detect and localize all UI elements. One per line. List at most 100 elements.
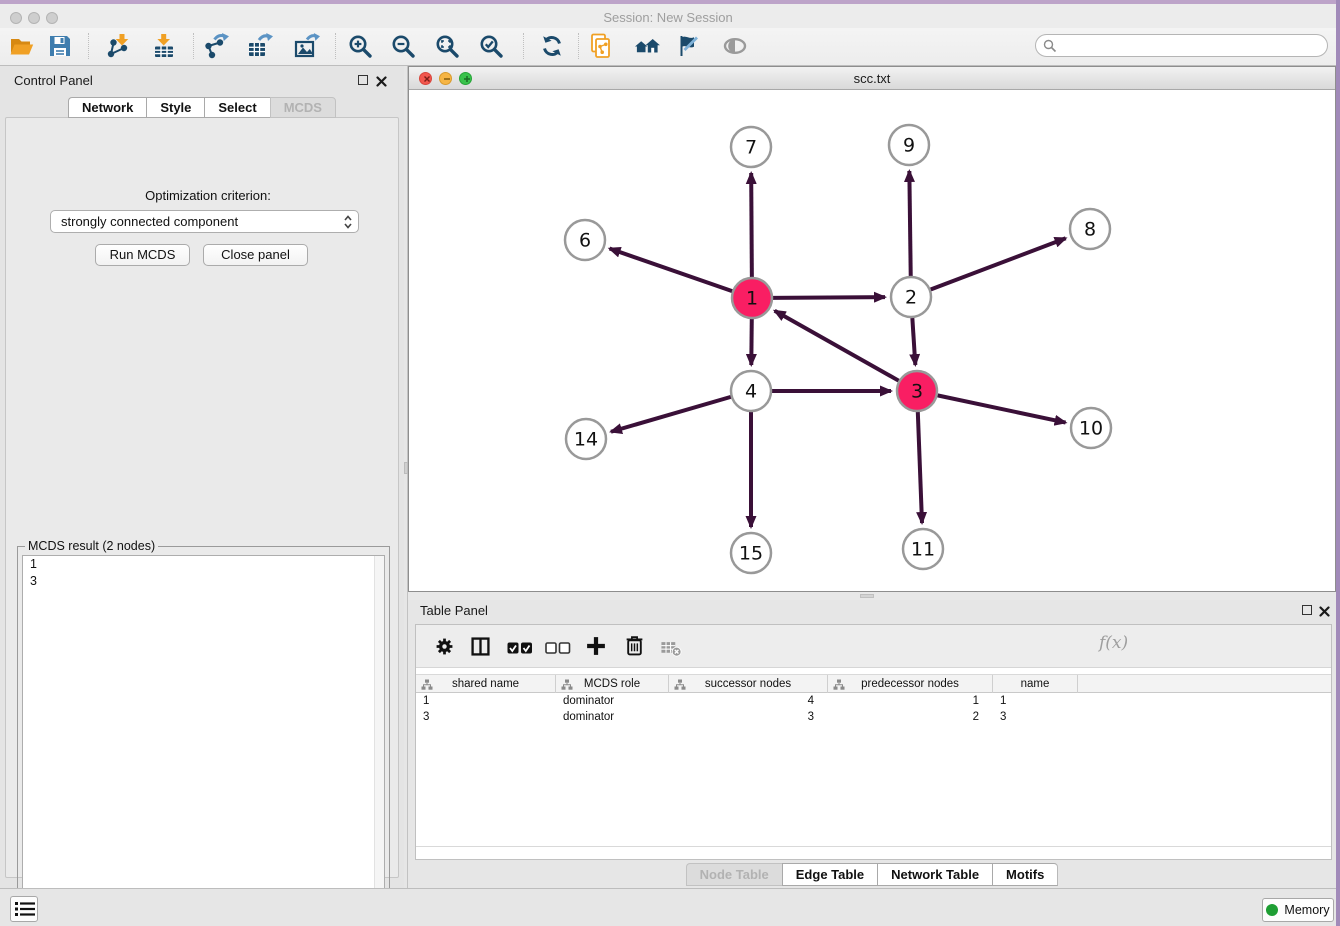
list-item[interactable]: 3 xyxy=(23,573,384,590)
graph-edge-2-8[interactable] xyxy=(931,238,1066,289)
status-bar: Memory xyxy=(0,888,1336,926)
task-list-button[interactable] xyxy=(10,896,38,922)
splitter-grabber[interactable] xyxy=(860,594,874,598)
refresh-style-icon[interactable] xyxy=(539,33,565,59)
graph-edge-3-1[interactable] xyxy=(775,311,899,381)
column-header-name[interactable]: name xyxy=(993,675,1078,693)
search-field[interactable] xyxy=(1035,34,1328,57)
mcds-result-list[interactable]: 1 3 xyxy=(22,555,385,918)
tab-style[interactable]: Style xyxy=(146,97,204,118)
graph-edge-3-11[interactable] xyxy=(918,412,922,523)
save-session-icon[interactable] xyxy=(47,33,73,59)
select-all-columns-icon[interactable] xyxy=(507,642,533,655)
zoom-in-icon[interactable] xyxy=(347,33,373,59)
graph-edge-3-10[interactable] xyxy=(938,395,1066,422)
table-body: 1dominator4113dominator323 xyxy=(416,693,1331,725)
network-view-window: scc.txt 7968124314101511 xyxy=(408,66,1336,592)
graph-edge-1-2[interactable] xyxy=(773,297,885,298)
settings-icon[interactable] xyxy=(435,637,454,656)
close-panel-icon[interactable] xyxy=(1319,604,1330,622)
tab-select[interactable]: Select xyxy=(204,97,269,118)
table-panel-title: Table Panel xyxy=(420,603,488,618)
tab-mcds[interactable]: MCDS xyxy=(270,97,336,118)
deselect-all-columns-icon[interactable] xyxy=(545,642,571,655)
column-header-mcds-role[interactable]: MCDS role xyxy=(556,675,669,693)
tab-node-table[interactable]: Node Table xyxy=(686,863,782,886)
split-columns-icon[interactable] xyxy=(471,637,490,656)
table-row[interactable]: 3dominator323 xyxy=(416,709,1331,725)
table-cell[interactable]: 4 xyxy=(669,693,828,709)
graph-edge-1-6[interactable] xyxy=(610,249,733,292)
node-table-container: f(x) shared name MCDS role successor nod… xyxy=(415,624,1332,860)
copy-network-icon[interactable] xyxy=(589,33,615,59)
list-item[interactable]: 1 xyxy=(23,556,384,573)
mcds-tab-content: Optimization criterion: strongly connect… xyxy=(5,117,399,878)
search-icon xyxy=(1043,39,1057,53)
float-panel-icon[interactable] xyxy=(1302,605,1312,615)
graph-edge-2-9[interactable] xyxy=(909,171,910,276)
column-header-successor-nodes[interactable]: successor nodes xyxy=(669,675,828,693)
delete-column-icon[interactable] xyxy=(625,635,644,656)
add-column-icon[interactable] xyxy=(586,636,606,656)
control-panel: Control Panel Network Style Select MCDS … xyxy=(0,66,404,888)
table-cell[interactable]: 3 xyxy=(669,709,828,725)
panel-splitter-horizontal[interactable] xyxy=(408,592,1336,600)
table-bottom-line xyxy=(416,846,1331,847)
network-window-titlebar[interactable]: scc.txt xyxy=(409,67,1335,90)
graph-edge-1-7[interactable] xyxy=(751,173,752,277)
zoom-fit-icon[interactable] xyxy=(434,33,460,59)
eye-toggle-icon[interactable] xyxy=(722,33,748,59)
close-panel-button[interactable]: Close panel xyxy=(203,244,308,266)
table-header: shared name MCDS role successor nodes pr… xyxy=(416,674,1331,693)
graph-edge-4-14[interactable] xyxy=(611,397,731,432)
float-panel-icon[interactable] xyxy=(358,75,368,85)
export-table-icon[interactable] xyxy=(247,33,273,59)
toolbar-separator xyxy=(523,33,524,59)
function-builder-icon[interactable]: f(x) xyxy=(1099,633,1128,653)
table-row[interactable]: 1dominator411 xyxy=(416,693,1331,709)
result-scrollbar[interactable] xyxy=(374,556,384,917)
first-neighbors-icon[interactable] xyxy=(634,33,660,59)
graph-node-label: 2 xyxy=(905,287,917,309)
network-window-title: scc.txt xyxy=(409,71,1335,86)
column-header-predecessor-nodes[interactable]: predecessor nodes xyxy=(828,675,993,693)
table-cell[interactable]: 2 xyxy=(828,709,993,725)
main-toolbar xyxy=(0,28,1336,66)
run-mcds-button[interactable]: Run MCDS xyxy=(95,244,190,266)
graph-node-label: 11 xyxy=(911,539,935,561)
tab-motifs[interactable]: Motifs xyxy=(992,863,1058,886)
import-table-icon[interactable] xyxy=(151,33,177,59)
zoom-selected-icon[interactable] xyxy=(478,33,504,59)
table-cell[interactable]: 3 xyxy=(993,709,1078,725)
import-network-icon[interactable] xyxy=(105,33,131,59)
memory-button[interactable]: Memory xyxy=(1262,898,1334,922)
column-header-shared-name[interactable]: shared name xyxy=(416,675,556,693)
tab-network[interactable]: Network xyxy=(68,97,146,118)
network-canvas[interactable]: 7968124314101511 xyxy=(409,90,1335,591)
optimization-criterion-select[interactable]: strongly connected component xyxy=(50,210,359,233)
close-panel-icon[interactable] xyxy=(376,74,387,92)
zoom-out-icon[interactable] xyxy=(390,33,416,59)
table-cell[interactable]: 1 xyxy=(993,693,1078,709)
table-cell[interactable]: dominator xyxy=(556,709,669,725)
tab-edge-table[interactable]: Edge Table xyxy=(782,863,877,886)
table-cell[interactable]: 1 xyxy=(828,693,993,709)
main-titlebar: Session: New Session xyxy=(0,4,1336,28)
export-network-icon[interactable] xyxy=(203,33,229,59)
table-cell[interactable]: 3 xyxy=(416,709,556,725)
table-cell[interactable]: 1 xyxy=(416,693,556,709)
tree-icon xyxy=(561,679,573,691)
network-graph[interactable]: 7968124314101511 xyxy=(409,90,1335,591)
list-icon xyxy=(14,900,36,918)
table-tabs: Node Table Edge Table Network Table Moti… xyxy=(408,863,1336,886)
destroy-table-icon[interactable] xyxy=(660,640,682,657)
tab-network-table[interactable]: Network Table xyxy=(877,863,992,886)
mcds-result-title: MCDS result (2 nodes) xyxy=(25,539,158,553)
search-input[interactable] xyxy=(1062,36,1322,55)
graph-edge-2-3[interactable] xyxy=(912,318,915,365)
open-session-icon[interactable] xyxy=(9,33,35,59)
annotation-flag-icon[interactable] xyxy=(675,33,701,59)
table-cell[interactable]: dominator xyxy=(556,693,669,709)
export-image-icon[interactable] xyxy=(294,33,320,59)
table-panel: Table Panel f(x) shared name MCDS role s… xyxy=(408,600,1336,888)
